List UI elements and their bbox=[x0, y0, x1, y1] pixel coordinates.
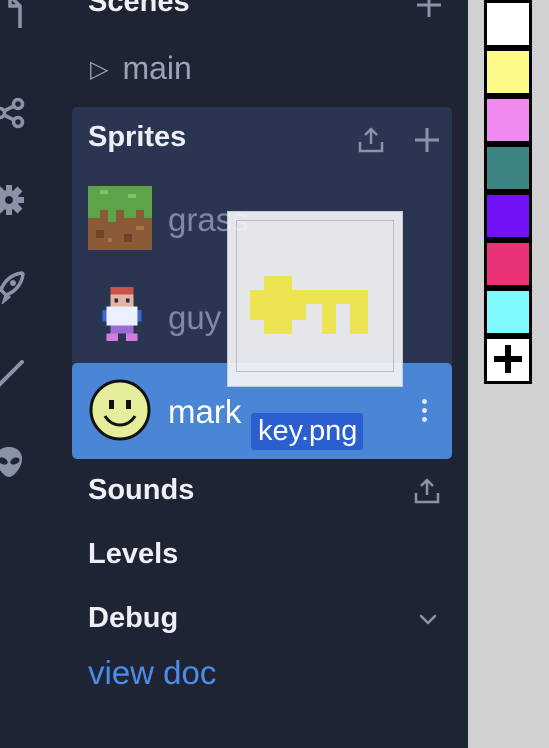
sounds-title[interactable]: Sounds bbox=[88, 474, 194, 507]
chevron-down-icon[interactable] bbox=[413, 604, 443, 634]
drag-filename: key.png bbox=[251, 413, 364, 450]
scenes-title[interactable]: Scenes bbox=[88, 0, 190, 19]
add-scene-icon[interactable] bbox=[414, 0, 444, 20]
play-icon: ▷ bbox=[90, 56, 109, 83]
add-color-button[interactable] bbox=[487, 339, 529, 381]
sprites-title[interactable]: Sprites bbox=[88, 121, 186, 154]
add-sprite-icon[interactable] bbox=[412, 125, 442, 155]
alien-icon[interactable] bbox=[0, 445, 26, 479]
key-sprite bbox=[250, 276, 368, 334]
smiley-sprite bbox=[89, 379, 151, 441]
color-swatch-teal[interactable] bbox=[487, 147, 529, 189]
color-swatch-pink[interactable] bbox=[487, 99, 529, 141]
color-swatch-yellow[interactable] bbox=[487, 51, 529, 93]
color-swatch-magenta[interactable] bbox=[487, 243, 529, 285]
rocket-icon[interactable] bbox=[0, 270, 26, 304]
pencil-icon[interactable] bbox=[0, 358, 26, 392]
sprite-label: mark bbox=[168, 393, 242, 430]
scene-item-main[interactable]: ▷ main bbox=[90, 50, 192, 87]
upload-sprite-icon[interactable] bbox=[356, 125, 386, 155]
more-options-icon[interactable] bbox=[422, 399, 428, 423]
view-doc-link[interactable]: view doc bbox=[88, 654, 216, 692]
file-icon[interactable] bbox=[0, 0, 26, 28]
color-swatch-white[interactable] bbox=[487, 3, 529, 45]
debug-title[interactable]: Debug bbox=[88, 602, 178, 635]
plus-icon bbox=[494, 345, 522, 373]
icon-rail bbox=[0, 0, 40, 748]
color-swatch-purple[interactable] bbox=[487, 195, 529, 237]
grass-block-sprite bbox=[88, 186, 152, 250]
levels-title[interactable]: Levels bbox=[88, 538, 178, 571]
gear-icon[interactable] bbox=[0, 183, 26, 217]
scene-label: main bbox=[122, 50, 192, 86]
drag-preview bbox=[227, 211, 403, 387]
color-swatch-cyan[interactable] bbox=[487, 291, 529, 333]
share-icon[interactable] bbox=[0, 96, 26, 130]
sprite-label: guy bbox=[168, 299, 222, 336]
upload-sound-icon[interactable] bbox=[412, 476, 442, 506]
guy-sprite bbox=[102, 287, 142, 341]
